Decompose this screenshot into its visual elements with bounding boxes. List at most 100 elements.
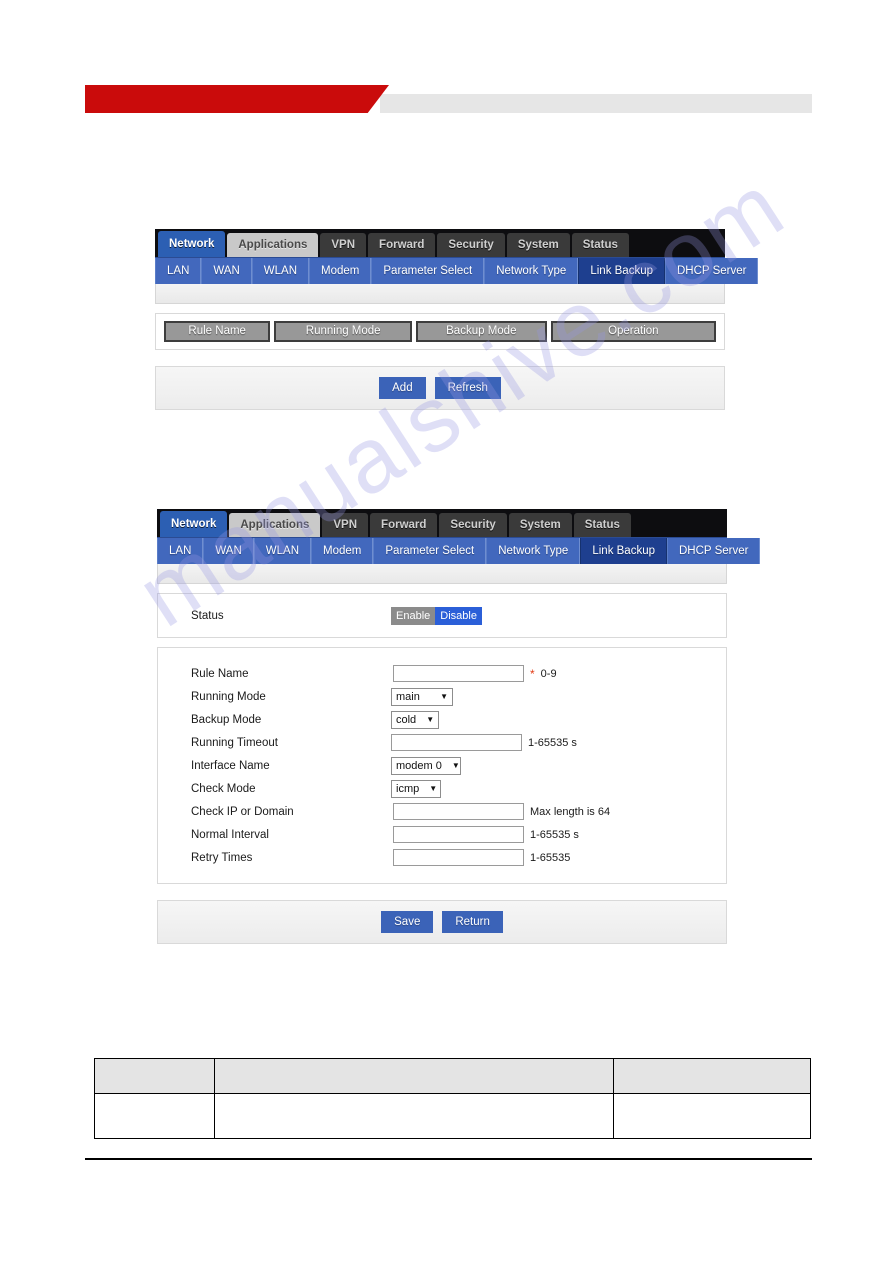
- table-header-cell-3: [613, 1058, 811, 1094]
- tab-applications[interactable]: Applications: [227, 233, 319, 257]
- list-action-bar: Add Refresh: [155, 366, 725, 410]
- tab-system-2[interactable]: System: [508, 513, 572, 537]
- backup-mode-value: cold: [396, 713, 417, 726]
- normal-interval-input[interactable]: [393, 826, 524, 843]
- page-header-banner: [85, 85, 812, 113]
- chevron-down-icon: ▼: [451, 760, 460, 770]
- tab-vpn-2[interactable]: VPN: [322, 513, 369, 537]
- interface-name-value: modem 0: [396, 759, 442, 772]
- subtab-link-backup-2[interactable]: Link Backup: [580, 538, 667, 564]
- save-button[interactable]: Save: [381, 911, 434, 933]
- tab-system[interactable]: System: [506, 233, 570, 257]
- status-toggle[interactable]: Enable Disable: [391, 606, 482, 625]
- router-ui-list-view: Network Applications VPN Forward Securit…: [155, 229, 759, 410]
- label-interface-name: Interface Name: [191, 759, 270, 772]
- return-button[interactable]: Return: [442, 911, 503, 933]
- tab-status-2[interactable]: Status: [573, 513, 631, 537]
- table-row: [94, 1093, 811, 1139]
- running-timeout-input[interactable]: [391, 734, 522, 751]
- required-asterisk-rule-name: *: [530, 666, 535, 681]
- tab-forward[interactable]: Forward: [368, 233, 436, 257]
- hint-retry-times: 1-65535: [530, 851, 571, 864]
- field-row-retry-times: Retry Times 1-65535: [158, 846, 726, 869]
- subtab-wan-2[interactable]: WAN: [203, 538, 254, 564]
- subtab-parameter-select-2[interactable]: Parameter Select: [373, 538, 487, 564]
- chevron-down-icon: ▼: [440, 691, 448, 701]
- form-action-bar: Save Return: [157, 900, 727, 944]
- field-row-rule-name: Rule Name * 0-9: [158, 662, 726, 685]
- subtab-wan[interactable]: WAN: [201, 258, 252, 284]
- tab-network[interactable]: Network: [158, 231, 226, 257]
- field-row-normal-interval: Normal Interval 1-65535 s: [158, 823, 726, 846]
- interface-name-select[interactable]: modem 0 ▼: [391, 756, 461, 775]
- tab-forward-2[interactable]: Forward: [370, 513, 438, 537]
- label-rule-name: Rule Name: [191, 667, 249, 680]
- running-mode-value: main: [396, 690, 420, 703]
- label-retry-times: Retry Times: [191, 851, 253, 864]
- hint-check-ip-or-domain: Max length is 64: [530, 805, 611, 818]
- tab-security-2[interactable]: Security: [439, 513, 507, 537]
- tab-vpn[interactable]: VPN: [320, 233, 367, 257]
- field-row-running-timeout: Running Timeout 1-65535 s: [158, 731, 726, 754]
- document-table: [94, 1058, 811, 1139]
- field-row-check-mode: Check Mode icmp ▼: [158, 777, 726, 800]
- subtab-parameter-select[interactable]: Parameter Select: [371, 258, 485, 284]
- subtab-lan[interactable]: LAN: [155, 258, 202, 284]
- label-normal-interval: Normal Interval: [191, 828, 269, 841]
- subtab-dhcp-server-2[interactable]: DHCP Server: [667, 538, 761, 564]
- hint-running-timeout: 1-65535 s: [528, 736, 577, 749]
- subtab-link-backup[interactable]: Link Backup: [578, 258, 665, 284]
- column-backup-mode: Backup Mode: [415, 321, 547, 342]
- tab-status[interactable]: Status: [571, 233, 629, 257]
- column-rule-name: Rule Name: [164, 321, 271, 342]
- column-operation: Operation: [550, 321, 716, 342]
- tab-network-2[interactable]: Network: [160, 511, 228, 537]
- field-row-check-ip-or-domain: Check IP or Domain Max length is 64: [158, 800, 726, 823]
- subtab-wlan-2[interactable]: WLAN: [253, 538, 312, 564]
- label-backup-mode: Backup Mode: [191, 713, 262, 726]
- status-enable-button[interactable]: Enable: [391, 606, 436, 625]
- column-running-mode: Running Mode: [274, 321, 412, 342]
- check-mode-value: icmp: [396, 782, 420, 795]
- sub-tab-bar: LAN WAN WLAN Modem Parameter Select Netw…: [155, 257, 759, 284]
- rule-form: Rule Name * 0-9 Running Mode main ▼ Back…: [158, 648, 726, 883]
- subtab-modem[interactable]: Modem: [309, 258, 372, 284]
- content-strip-2: [157, 564, 727, 584]
- tab-security[interactable]: Security: [437, 233, 505, 257]
- check-ip-or-domain-input[interactable]: [393, 803, 524, 820]
- status-label: Status: [191, 609, 224, 622]
- label-check-mode: Check Mode: [191, 782, 256, 795]
- status-panel: Status Enable Disable: [157, 593, 727, 638]
- subtab-dhcp-server[interactable]: DHCP Server: [665, 258, 759, 284]
- rule-name-input[interactable]: [393, 665, 524, 682]
- subtab-lan-2[interactable]: LAN: [157, 538, 204, 564]
- backup-mode-select[interactable]: cold ▼: [391, 710, 439, 729]
- check-mode-select[interactable]: icmp ▼: [391, 779, 441, 798]
- subtab-network-type[interactable]: Network Type: [484, 258, 579, 284]
- retry-times-input[interactable]: [393, 849, 524, 866]
- main-tab-bar-2: Network Applications VPN Forward Securit…: [157, 509, 727, 537]
- table-header-row: [94, 1058, 811, 1094]
- add-button[interactable]: Add: [379, 377, 426, 399]
- tab-applications-2[interactable]: Applications: [229, 513, 321, 537]
- label-check-ip-or-domain: Check IP or Domain: [191, 805, 294, 818]
- rule-list-panel: Rule Name Running Mode Backup Mode Opera…: [155, 313, 725, 350]
- content-strip: [155, 284, 725, 304]
- running-mode-select[interactable]: main ▼: [391, 687, 453, 706]
- table-header-cell-2: [213, 1058, 615, 1094]
- refresh-button[interactable]: Refresh: [434, 377, 501, 399]
- label-running-mode: Running Mode: [191, 690, 266, 703]
- sub-tab-bar-2: LAN WAN WLAN Modem Parameter Select Netw…: [157, 537, 761, 564]
- chevron-down-icon: ▼: [429, 783, 438, 793]
- subtab-modem-2[interactable]: Modem: [311, 538, 374, 564]
- main-tab-bar: Network Applications VPN Forward Securit…: [155, 229, 725, 257]
- field-row-running-mode: Running Mode main ▼: [158, 685, 726, 708]
- table-cell-2: [213, 1093, 615, 1139]
- rule-list-header-row: Rule Name Running Mode Backup Mode Opera…: [156, 314, 724, 349]
- subtab-wlan[interactable]: WLAN: [251, 258, 310, 284]
- table-cell-3: [613, 1093, 811, 1139]
- router-ui-edit-view: Network Applications VPN Forward Securit…: [157, 509, 761, 944]
- rule-form-panel: Rule Name * 0-9 Running Mode main ▼ Back…: [157, 647, 727, 884]
- status-disable-button[interactable]: Disable: [435, 606, 482, 625]
- subtab-network-type-2[interactable]: Network Type: [486, 538, 581, 564]
